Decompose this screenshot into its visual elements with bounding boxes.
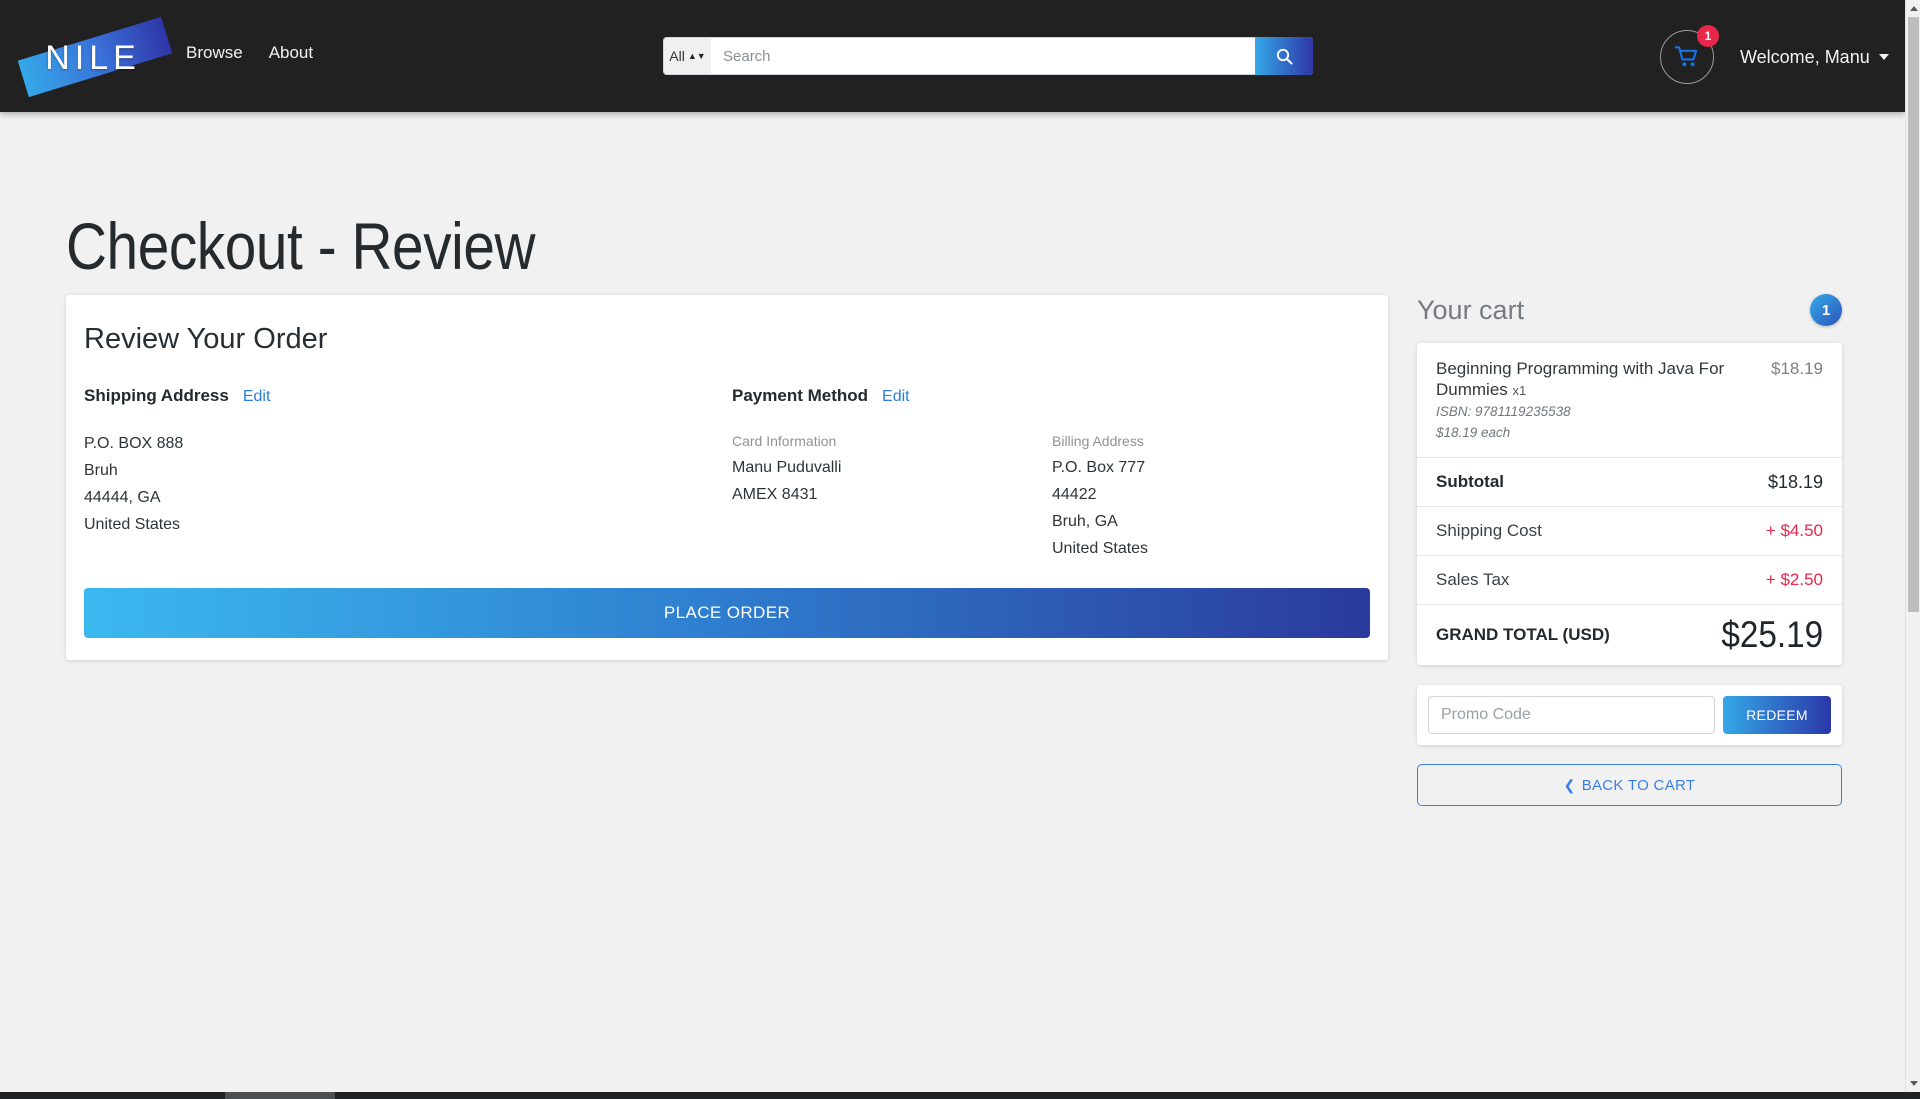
payment-method-header: Payment Method Edit [732, 385, 1370, 408]
search-submit-button[interactable] [1255, 37, 1313, 75]
cart-badge-count: 1 [1697, 25, 1719, 47]
billing-address-block: Billing Address P.O. Box 777 44422 Bruh,… [1052, 430, 1370, 562]
redeem-promo-button[interactable]: REDEEM [1723, 696, 1831, 734]
payment-method-section: Payment Method Edit Card Information Man… [732, 385, 1370, 562]
sales-tax-row: Sales Tax + $2.50 [1417, 556, 1842, 605]
place-order-button[interactable]: PLACE ORDER [84, 588, 1370, 638]
card-information-line: AMEX 8431 [732, 486, 818, 503]
shipping-cost-value: + $4.50 [1765, 521, 1823, 540]
cart-line-item-title: Beginning Programming with Java For Dumm… [1436, 359, 1725, 399]
review-order-card: Review Your Order Shipping Address Edit … [66, 295, 1388, 660]
edit-payment-method-link[interactable]: Edit [882, 386, 910, 408]
search-bar: All ▲▼ [663, 37, 1313, 75]
shipping-address-title: Shipping Address [84, 386, 229, 405]
back-to-cart-button[interactable]: ❮ BACK TO CART [1417, 764, 1842, 806]
promo-code-input[interactable] [1428, 696, 1715, 734]
cart-line-item-details: Beginning Programming with Java For Dumm… [1436, 358, 1771, 443]
shipping-cost-label: Shipping Cost [1436, 521, 1542, 540]
grand-total-value: $25.19 [1721, 614, 1823, 655]
shipping-address-line: 44444, GA [84, 489, 161, 506]
shipping-cost-row: Shipping Cost + $4.50 [1417, 507, 1842, 556]
top-navbar: NILE Browse About All ▲▼ Search 1 Welcom… [0, 0, 1905, 112]
cart-summary-header: Your cart 1 [1417, 290, 1842, 330]
subtotal-label: Subtotal [1436, 472, 1504, 491]
card-information-block: Card Information Manu Puduvalli AMEX 843… [732, 430, 1052, 562]
payment-detail-columns: Card Information Manu Puduvalli AMEX 843… [732, 430, 1370, 562]
shopping-cart-icon [1675, 46, 1698, 67]
promo-code-card: REDEEM [1417, 685, 1842, 745]
up-down-caret-icon: ▲▼ [687, 50, 706, 61]
account-menu[interactable]: Welcome, Manu [1740, 45, 1889, 69]
billing-address-label: Billing Address [1052, 433, 1144, 449]
cart-summary-count-badge: 1 [1810, 294, 1842, 326]
sales-tax-value: + $2.50 [1765, 570, 1823, 589]
subtotal-value: $18.19 [1767, 471, 1823, 492]
horizontal-scrollbar-thumb[interactable] [225, 1092, 335, 1099]
search-scope-label: All [669, 48, 685, 64]
cart-line-item-qty: x1 [1512, 383, 1527, 398]
shipping-address-line: United States [84, 516, 181, 533]
shipping-address-line: Bruh [84, 462, 118, 479]
search-input[interactable] [711, 37, 1255, 75]
billing-address-line: P.O. Box 777 [1052, 459, 1146, 476]
account-menu-label: Welcome, Manu [1740, 47, 1870, 67]
edit-shipping-address-link[interactable]: Edit [243, 386, 271, 408]
nav-link-browse[interactable]: Browse [186, 42, 243, 64]
cart-line-item: Beginning Programming with Java For Dumm… [1417, 343, 1842, 458]
card-information-line: Manu Puduvalli [732, 459, 842, 476]
cart-summary-card: Beginning Programming with Java For Dumm… [1417, 343, 1842, 665]
horizontal-scrollbar[interactable] [0, 1092, 1920, 1099]
page-title: Checkout - Review [66, 209, 536, 284]
payment-method-title: Payment Method [732, 386, 869, 405]
cart-summary-title: Your cart [1417, 295, 1525, 325]
cart-line-item-price: $18.19 [1771, 359, 1823, 378]
vertical-scrollbar-thumb[interactable] [1908, 17, 1919, 612]
checkout-review-page: NILE Browse About All ▲▼ Search 1 Welcom… [0, 0, 1920, 1099]
billing-address-line: United States [1052, 540, 1149, 557]
review-order-card-body: Review Your Order Shipping Address Edit … [66, 295, 1388, 588]
site-logo[interactable]: NILE [14, 10, 173, 98]
nav-link-about[interactable]: About [269, 42, 313, 64]
grand-total-row: GRAND TOTAL (USD) $25.19 [1417, 605, 1842, 665]
logo-text: NILE [45, 39, 141, 77]
back-to-cart-label: BACK TO CART [1581, 776, 1696, 794]
search-icon [1276, 48, 1293, 65]
chevron-left-icon: ❮ [1563, 777, 1576, 793]
scroll-up-arrow-icon[interactable] [1910, 6, 1918, 11]
cart-button[interactable]: 1 [1660, 25, 1719, 84]
review-columns: Shipping Address Edit P.O. BOX 888 Bruh … [84, 385, 1370, 562]
billing-address-line: 44422 [1052, 486, 1097, 503]
vertical-scrollbar[interactable] [1905, 0, 1920, 1092]
shipping-address-header: Shipping Address Edit [84, 385, 732, 408]
primary-nav: Browse About [186, 42, 313, 64]
cart-line-item-title-row: Beginning Programming with Java For Dumm… [1436, 358, 1759, 401]
review-order-heading: Review Your Order [84, 323, 328, 355]
shipping-address-line: P.O. BOX 888 [84, 435, 184, 452]
sales-tax-label: Sales Tax [1436, 570, 1510, 589]
cart-line-item-unit-price: $18.19 each [1436, 425, 1511, 440]
cart-summary-panel: Your cart 1 Beginning Programming with J… [1417, 290, 1842, 806]
search-scope-select[interactable]: All ▲▼ [663, 37, 711, 75]
grand-total-label: GRAND TOTAL (USD) [1436, 625, 1610, 644]
billing-address-line: Bruh, GA [1052, 513, 1118, 530]
subtotal-row: Subtotal $18.19 [1417, 458, 1842, 507]
scroll-down-arrow-icon[interactable] [1910, 1081, 1918, 1086]
shipping-address-section: Shipping Address Edit P.O. BOX 888 Bruh … [84, 385, 732, 562]
cart-line-item-isbn: ISBN: 9781119235538 [1436, 404, 1571, 419]
card-information-label: Card Information [732, 433, 837, 449]
chevron-down-icon [1878, 54, 1889, 60]
